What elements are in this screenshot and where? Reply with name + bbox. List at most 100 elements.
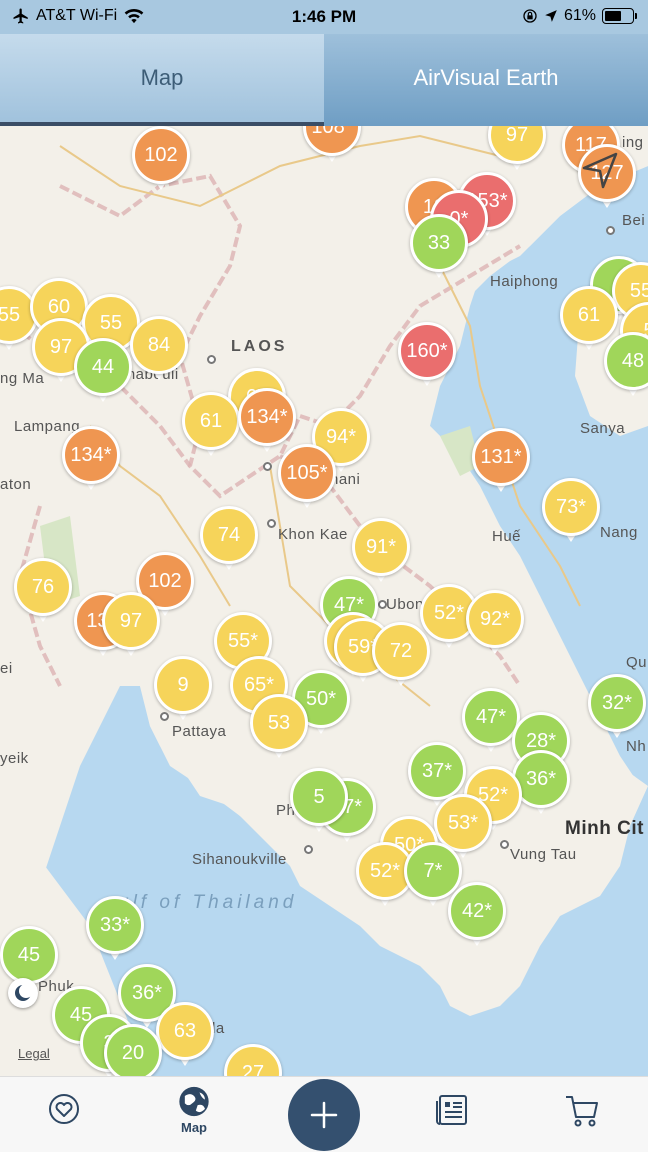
nav-news[interactable]	[422, 1091, 482, 1141]
nav-favorites[interactable]	[34, 1091, 94, 1141]
aqi-value: 33	[410, 214, 468, 272]
battery-fill	[605, 11, 621, 21]
aqi-marker[interactable]: 9	[154, 656, 212, 722]
place-label: Nang	[600, 524, 638, 541]
locate-me-icon[interactable]	[572, 140, 632, 200]
aqi-value: 63	[156, 1002, 214, 1060]
location-arrow-icon	[545, 10, 557, 22]
aqi-value: 73*	[542, 478, 600, 536]
add-button[interactable]	[288, 1079, 360, 1151]
place-label: aton	[0, 476, 32, 493]
tab-map[interactable]: Map	[0, 34, 324, 126]
aqi-value: 20	[104, 1024, 162, 1076]
aqi-value: 33*	[86, 896, 144, 954]
aqi-marker[interactable]: 27	[224, 1044, 282, 1076]
place-label: Khon Kae	[278, 526, 348, 543]
plus-icon	[310, 1101, 338, 1129]
aqi-marker[interactable]: 105*	[278, 444, 336, 510]
place-label: Nh	[626, 738, 647, 755]
aqi-marker[interactable]: 97	[102, 592, 160, 658]
status-bar: AT&T Wi-Fi 1:46 PM 61%	[0, 0, 648, 34]
aqi-marker[interactable]: 134*	[62, 426, 120, 492]
aqi-value: 44	[74, 338, 132, 396]
nav-map-label: Map	[181, 1120, 207, 1135]
aqi-marker[interactable]: 84	[130, 316, 188, 382]
aqi-marker[interactable]: 72	[372, 622, 430, 688]
aqi-marker[interactable]: 33*	[86, 896, 144, 962]
aqi-marker[interactable]: 32*	[588, 674, 646, 740]
aqi-marker[interactable]: 92*	[466, 590, 524, 656]
aqi-marker[interactable]: 131*	[472, 428, 530, 494]
header-tabs: Map AirVisual Earth	[0, 34, 648, 126]
aqi-marker[interactable]: 76	[14, 558, 72, 624]
aqi-value: 61	[182, 392, 240, 450]
aqi-value: 102	[132, 126, 190, 184]
aqi-marker[interactable]: 53	[250, 694, 308, 760]
sea-label: ulf of Thailand	[118, 892, 298, 913]
city-dot	[263, 462, 272, 471]
aqi-value: 37*	[408, 742, 466, 800]
aqi-marker[interactable]: 91*	[352, 518, 410, 584]
aqi-value: 134*	[62, 426, 120, 484]
heart-icon	[49, 1094, 79, 1124]
aqi-marker[interactable]: 160*	[398, 322, 456, 388]
aqi-marker[interactable]: 20	[104, 1024, 162, 1076]
tab-map-label: Map	[140, 65, 184, 90]
map-compass-icon[interactable]	[8, 978, 38, 1008]
place-label: yeik	[0, 750, 29, 767]
nav-map[interactable]: Map	[164, 1085, 224, 1135]
tab-airvisual-earth-label: AirVisual Earth	[413, 65, 559, 90]
aqi-marker[interactable]: 74	[200, 506, 258, 572]
tab-airvisual-earth[interactable]: AirVisual Earth	[324, 34, 648, 126]
aqi-value: 42*	[448, 882, 506, 940]
battery-percent: 61%	[563, 7, 596, 24]
aqi-value: 91*	[352, 518, 410, 576]
aqi-value: 5	[290, 768, 348, 826]
globe-icon	[179, 1086, 209, 1117]
aqi-value: 45	[0, 926, 58, 984]
aqi-marker[interactable]: 61	[182, 392, 240, 458]
aqi-value: 32*	[588, 674, 646, 732]
aqi-value: 131*	[472, 428, 530, 486]
aqi-value: 134*	[238, 388, 296, 446]
aqi-value: 97	[488, 126, 546, 164]
city-dot	[207, 355, 216, 364]
city-dot	[500, 840, 509, 849]
aqi-value: 108*	[303, 126, 361, 156]
aqi-marker[interactable]: 42*	[448, 882, 506, 948]
aqi-marker[interactable]: 97	[488, 126, 546, 172]
bottom-nav: Map	[0, 1076, 648, 1152]
place-label: LAOS	[231, 338, 288, 355]
aqi-value: 9	[154, 656, 212, 714]
aqi-value: 76	[14, 558, 72, 616]
legal-link[interactable]: Legal	[18, 1046, 50, 1061]
city-dot	[606, 226, 615, 235]
aqi-marker[interactable]: 44	[74, 338, 132, 404]
aqi-value: 84	[130, 316, 188, 374]
aqi-value: 72	[372, 622, 430, 680]
cart-icon	[566, 1096, 598, 1127]
place-label: Bei	[622, 212, 646, 229]
aqi-marker[interactable]: 108*	[303, 126, 361, 164]
aqi-marker[interactable]: 33	[410, 214, 468, 280]
news-icon	[436, 1095, 467, 1125]
aqi-marker[interactable]: 63	[156, 1002, 214, 1068]
nav-shop[interactable]	[552, 1091, 612, 1141]
aqi-marker[interactable]: 102	[132, 126, 190, 192]
aqi-marker[interactable]: 73*	[542, 478, 600, 544]
city-dot	[304, 845, 313, 854]
place-label: Sihanoukville	[192, 851, 287, 868]
status-right: 61%	[522, 7, 637, 25]
rotation-lock-icon	[523, 9, 537, 23]
battery-icon	[602, 8, 637, 24]
aqi-value: 53	[250, 694, 308, 752]
aqi-marker[interactable]: 48	[604, 332, 648, 398]
aqi-marker[interactable]: 5	[290, 768, 348, 834]
place-label: Haiphong	[490, 273, 559, 290]
place-label: ei	[0, 660, 13, 677]
map-view[interactable]: LAOS Haiphong Lampang aton Sanya Khon Ka…	[0, 126, 648, 1076]
aqi-value: 74	[200, 506, 258, 564]
city-dot	[378, 600, 387, 609]
aqi-value: 27	[224, 1044, 282, 1076]
aqi-value: 92*	[466, 590, 524, 648]
